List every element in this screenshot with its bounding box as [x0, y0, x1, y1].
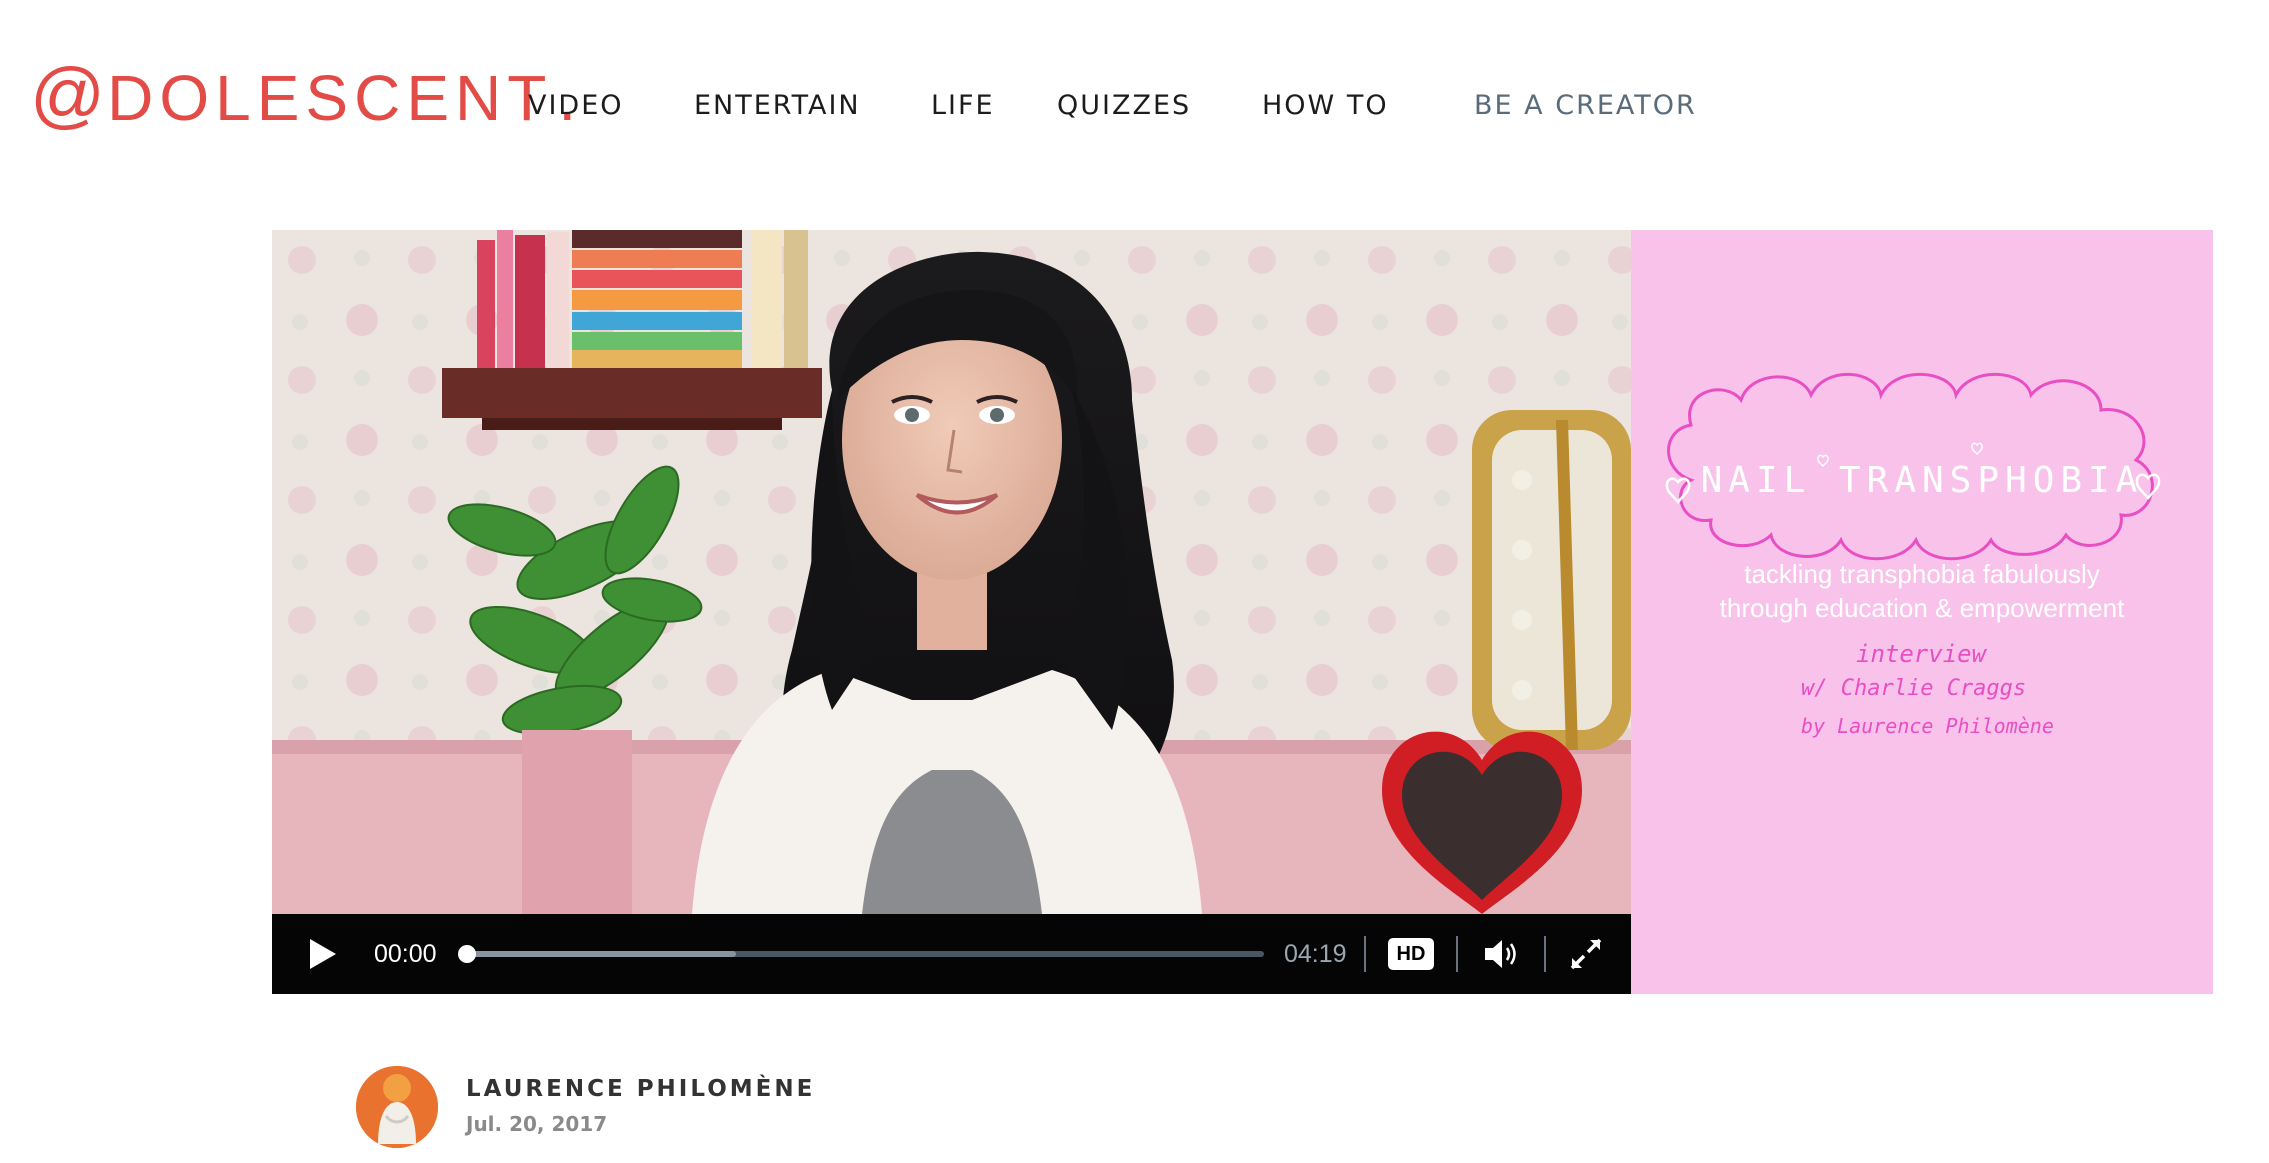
nav-item-life[interactable]: LIFE: [931, 86, 995, 126]
video-control-bar: 00:00 04:19 HD: [272, 914, 1631, 994]
title-card-guest: w/ Charlie Craggs: [1801, 676, 2027, 701]
nav-item-be-a-creator[interactable]: BE A CREATOR: [1474, 86, 1697, 126]
nav-item-quizzes[interactable]: QUIZZES: [1057, 86, 1191, 126]
title-card-subtitle-2: through education & empowerment: [1719, 593, 2125, 623]
title-card-headline: NAIL TRANSPHOBIA: [1700, 460, 2144, 501]
control-divider: [1364, 936, 1366, 972]
play-icon[interactable]: [302, 935, 340, 973]
nav-item-how-to[interactable]: HOW TO: [1262, 86, 1389, 126]
control-divider: [1544, 936, 1546, 972]
progress-bar[interactable]: [458, 945, 1264, 963]
title-card-interview-label: interview: [1856, 640, 1987, 668]
avatar[interactable]: [356, 1066, 438, 1148]
nav-item-video[interactable]: VIDEO: [528, 86, 624, 126]
control-divider: [1456, 936, 1458, 972]
logo-at-sign: @: [30, 53, 106, 136]
avatar-image: [356, 1066, 438, 1148]
site-header: @DOLESCENT. VIDEO ENTERTAIN LIFE QUIZZES…: [0, 0, 2269, 200]
video-frame[interactable]: [272, 230, 1631, 914]
progress-scrubber[interactable]: [458, 945, 476, 963]
title-card-credit: by Laurence Philomène: [1801, 714, 2054, 738]
fullscreen-icon[interactable]: [1568, 936, 1604, 972]
video-still-image: [272, 230, 1631, 914]
progress-buffered: [464, 951, 736, 957]
volume-icon[interactable]: [1482, 936, 1522, 972]
author-name[interactable]: LAURENCE PHILOMÈNE: [466, 1076, 815, 1102]
logo-wordmark: DOLESCENT: [107, 62, 553, 134]
hd-quality-button[interactable]: HD: [1388, 938, 1434, 970]
video-title-card: NAIL TRANSPHOBIA tackling transphobia fa…: [1631, 230, 2213, 994]
publish-date: Jul. 20, 2017: [466, 1112, 608, 1136]
title-card-subtitle-1: tackling transphobia fabulously: [1744, 559, 2100, 589]
site-logo[interactable]: @DOLESCENT.: [30, 58, 582, 132]
featured-video-hero: 00:00 04:19 HD NAIL TRANSPHOBIA tackling…: [272, 230, 2213, 994]
video-player[interactable]: 00:00 04:19 HD: [272, 230, 1631, 994]
total-duration: 04:19: [1284, 940, 1347, 968]
nav-item-entertain[interactable]: ENTERTAIN: [694, 86, 861, 126]
current-time: 00:00: [374, 940, 437, 968]
